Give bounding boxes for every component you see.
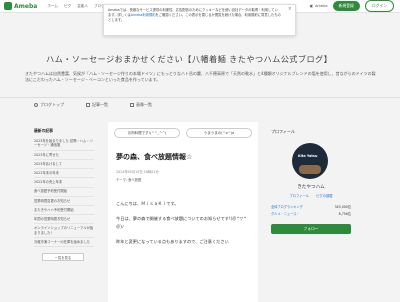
ranking-value: 343,000位 <box>334 205 351 209</box>
profile-name[interactable]: きたやつハム <box>271 184 351 190</box>
list-item[interactable]: またきやハハ予約受付開始 <box>34 206 94 216</box>
nav-blog-top[interactable]: ブログトップ <box>34 102 64 108</box>
profile-heading: プロフィール <box>271 129 295 134</box>
view-all-button[interactable]: 一覧を見る <box>42 253 84 262</box>
list-item[interactable]: 2023年あけまして <box>34 160 94 170</box>
home-icon <box>34 103 38 107</box>
list-item[interactable]: 営業時間変更のお知らせ <box>34 197 94 206</box>
list-item[interactable]: 食べ放題予約受付開始 <box>34 188 94 197</box>
profile-links: プロフィール ピグの部屋 <box>271 193 351 198</box>
sidebar: 最新の記事 2023年を始まりました 訪問・ハム・ソーセージ・通信販 2023年… <box>34 128 94 262</box>
list-item[interactable]: 冷蔵冷凍コーナーの在庫を始めました <box>34 238 94 248</box>
entry-theme: テーマ: 食べ放題 <box>116 177 258 182</box>
avatar-label: Kita Yatsu <box>298 154 318 158</box>
prev-entry-button[interactable]: お肉料理です!(^^_^^) <box>114 128 180 138</box>
global-nav-home[interactable]: ホーム <box>47 4 58 9</box>
ranking-label[interactable]: 全体ブログランキング <box>271 204 303 209</box>
list-item[interactable]: 2023年を始まりました 訪問・ハム・ソーセージ・通信販 <box>34 137 94 151</box>
list-item[interactable]: 2022年の売上年末 <box>34 178 94 188</box>
signup-button[interactable]: 新規登録 <box>332 1 360 11</box>
blog-nav: ブログトップ 記事一覧 画像一覧 <box>0 97 400 112</box>
close-icon[interactable]: × <box>288 7 292 12</box>
list-item[interactable]: オンラインショップのリニューアルが始まりました！ <box>34 224 94 239</box>
next-entry-button[interactable]: うまうまの(^o^)a <box>186 128 252 138</box>
entry-theme-label: テーマ: <box>116 178 128 182</box>
ranking-label[interactable]: グルメ・ニュース・ <box>271 211 300 216</box>
profile-panel: プロフィール Kita Yatsu きたやつハム プロフィール ピグの部屋 全体… <box>271 122 351 234</box>
app-link-label: Ameba <box>314 4 328 8</box>
entry-pager: お肉料理です!(^^_^^) うまうまの(^o^)a <box>108 122 258 138</box>
global-nav-celebrity[interactable]: 芸能人 <box>77 4 88 9</box>
ranking-row: 全体ブログランキング 343,000位 <box>271 204 351 209</box>
app-link[interactable]: ▣ Ameba <box>310 4 328 8</box>
ameba-logo-icon <box>4 2 12 10</box>
list-item[interactable]: 2023年に寄せた <box>34 151 94 160</box>
terms-link[interactable]: Ameba利用規約 <box>131 13 156 17</box>
entry-date: 2024年05月15日 16時01分 <box>116 170 159 174</box>
cookie-notice: Amebaでは、快適なサービス提供の利便性、広告配信のためにクッキーなどを使い自… <box>103 4 296 36</box>
entry-paragraph: 昨年と変更になっている点もありますので、ご注意ください <box>116 238 229 244</box>
entry-title[interactable]: 夢の森、食べ放題情報☆ <box>116 152 258 162</box>
nav-entry-list-label: 記事一覧 <box>92 102 108 107</box>
list-icon <box>86 103 90 107</box>
ameba-logo-text: Ameba <box>14 2 38 10</box>
nav-blog-top-label: ブログトップ <box>40 102 64 107</box>
pigg-room-link[interactable]: ピグの部屋 <box>316 193 332 198</box>
entry-paragraph: こんにちは、ＭｉｓａＫｉです。 <box>116 201 179 206</box>
entry-theme-link[interactable]: 食べ放題 <box>128 178 141 182</box>
sidebar-heading: 最新の記事 <box>34 128 53 133</box>
blog-title[interactable]: ハム・ソーセージおまかせください【八幡着麺 きたやつハム公式ブログ】 <box>46 53 332 65</box>
recent-entries: 2023年を始まりました 訪問・ハム・ソーセージ・通信販 2023年に寄せた 2… <box>34 137 94 248</box>
global-nav-pigg[interactable]: ピグ <box>64 4 71 9</box>
entry-paragraph: 今日は、夢の森で開催する食べ放題についてのお知らせです!(＠^▽^＠)ﾉ <box>116 215 247 230</box>
nav-entry-list[interactable]: 記事一覧 <box>86 102 108 108</box>
avatar[interactable]: Kita Yatsu <box>292 143 328 179</box>
profile-link[interactable]: プロフィール <box>289 193 309 198</box>
entry-body: こんにちは、ＭｉｓａＫｉです。 今日は、夢の森で開催する食べ放題についてのお知ら… <box>116 200 250 246</box>
avatar-ham-image <box>299 165 321 174</box>
global-nav: ホーム ピグ 芸能人 ブログ <box>47 4 104 9</box>
nav-image-list-label: 画像一覧 <box>136 102 152 107</box>
list-item[interactable]: 2022年末の年末 <box>34 169 94 179</box>
ameba-logo[interactable]: Ameba <box>4 2 37 10</box>
app-icon: ▣ <box>309 4 313 8</box>
nav-image-list[interactable]: 画像一覧 <box>130 102 152 108</box>
follow-button[interactable]: フォロー <box>271 223 351 234</box>
ranking-value: 8,756位 <box>338 211 351 216</box>
ranking-row: グルメ・ニュース・ 8,756位 <box>271 211 351 216</box>
login-button[interactable]: ログイン <box>364 0 394 12</box>
list-item[interactable]: 年間の営業時間お知らせ <box>34 215 94 225</box>
image-icon <box>130 103 134 107</box>
entry-article: お肉料理です!(^^_^^) うまうまの(^o^)a 夢の森、食べ放題情報☆ 2… <box>108 122 258 302</box>
blog-description: きたやつハムは自然豊富、気候が「ハム・ソーセージ作りの本場ドイツ」にもっとりなハ… <box>25 71 376 83</box>
